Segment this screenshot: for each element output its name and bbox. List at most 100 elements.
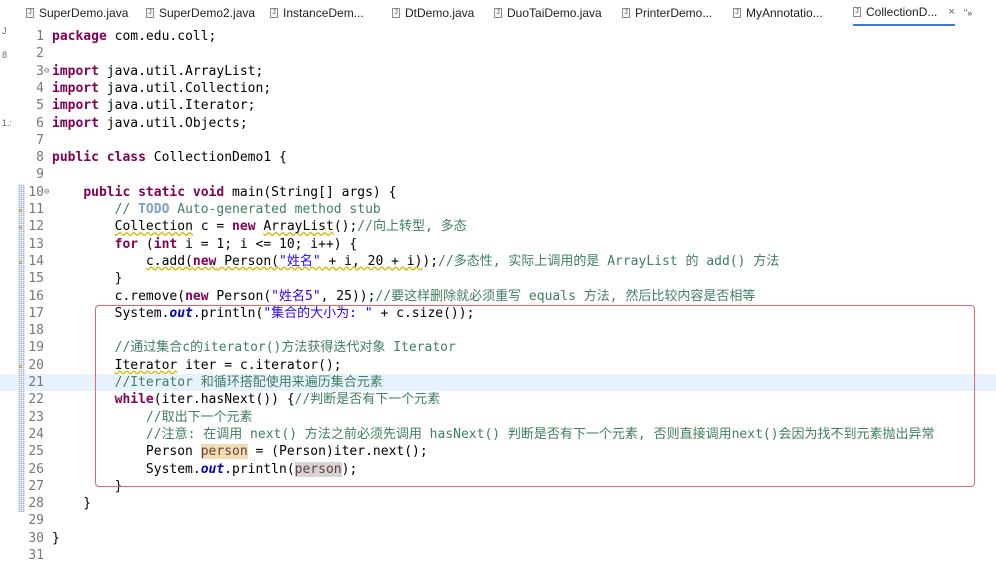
line-number: 19 — [28, 340, 44, 356]
code-line[interactable]: 22 while(iter.hasNext()) {//判断是否有下一个元素 — [0, 391, 996, 408]
java-file-icon: J — [853, 7, 861, 17]
warning-marker-icon[interactable]: ▴ — [18, 257, 23, 266]
change-ruler — [18, 183, 25, 513]
fold-toggle-icon[interactable]: ⊖ — [44, 184, 49, 201]
code-token: ); — [341, 461, 358, 477]
code-line[interactable]: 1 package com.edu.coll; — [0, 28, 996, 45]
code-token: // — [114, 202, 139, 217]
code-line[interactable]: 17 System.out.println("集合的大小为: " + c.siz… — [0, 305, 996, 322]
code-line[interactable]: 5 import java.util.Iterator; — [0, 97, 996, 114]
code-token: } — [52, 530, 60, 546]
code-token: import — [52, 63, 99, 79]
code-line[interactable]: 18 — [0, 322, 996, 339]
code-token: ( — [138, 236, 154, 252]
tab-label: SuperDemo.java — [39, 6, 129, 20]
code-token: new — [192, 253, 217, 269]
code-text: import java.util.Collection; — [52, 80, 271, 97]
code-line[interactable]: 16 c.remove(new Person("姓名5", 25));//要这样… — [0, 288, 996, 305]
code-token: System. — [52, 305, 170, 321]
editor-tab[interactable]: J MyAnnotatio... — [733, 0, 823, 26]
code-token: import — [52, 80, 99, 96]
code-line[interactable]: 15 } — [0, 270, 996, 287]
line-number: 12 — [28, 219, 44, 235]
code-text: } — [52, 495, 91, 512]
code-line[interactable]: 27 } — [0, 478, 996, 495]
code-line[interactable]: 28 } — [0, 495, 996, 512]
warning-marker-icon[interactable]: ▴ — [18, 223, 23, 231]
code-line[interactable]: 11 // TODO Auto-generated method stub — [0, 201, 996, 218]
code-text: Collection c = new ArrayList();//向上转型, 多… — [52, 218, 467, 235]
line-number: 23 — [28, 409, 44, 425]
editor-tab[interactable]: J DuoTaiDemo.java — [494, 0, 602, 26]
code-token: } — [52, 478, 123, 494]
fold-toggle-icon[interactable]: ⊖ — [44, 63, 49, 80]
code-line[interactable]: 2 — [0, 45, 996, 62]
java-file-icon: J — [270, 8, 278, 18]
code-line[interactable]: 23 //取出下一个元素 — [0, 409, 996, 426]
code-token: + c.size()); — [372, 305, 475, 321]
code-token: Person — [52, 444, 201, 460]
editor-tab[interactable]: J SuperDemo.java — [26, 0, 128, 26]
code-token: "姓名5" — [271, 288, 321, 304]
tab-overflow-icon[interactable]: "» — [964, 0, 972, 26]
editor-tab[interactable]: J InstanceDem... — [270, 0, 364, 26]
code-line[interactable]: 24 //注意: 在调用 next() 方法之前必须先调用 hasNext() … — [0, 426, 996, 443]
line-number: 16 — [28, 288, 44, 304]
line-number: 9 — [36, 167, 44, 183]
code-line[interactable]: 7 — [0, 132, 996, 149]
tab-label: PrinterDemo... — [635, 6, 713, 20]
code-token: //向上转型, 多态 — [357, 219, 467, 235]
code-line[interactable]: 12 Collection c = new ArrayList();//向上转型… — [0, 218, 996, 235]
warning-marker-icon[interactable]: ▴ — [18, 361, 23, 370]
editor-tab[interactable]: J SuperDemo2.java — [146, 0, 255, 26]
code-line[interactable]: 26 System.out.println(person); — [0, 461, 996, 478]
code-text: //注意: 在调用 next() 方法之前必须先调用 hasNext() 判断是… — [52, 426, 935, 443]
line-number: 13 — [28, 236, 44, 252]
line-number: 3 — [36, 63, 44, 79]
code-line[interactable]: 10 ⊖ public static void main(String[] arg… — [0, 184, 996, 201]
tab-label: DuoTaiDemo.java — [507, 6, 602, 20]
line-number: 29 — [28, 513, 44, 529]
code-line[interactable]: 4 import java.util.Collection; — [0, 80, 996, 97]
line-number: 25 — [28, 444, 44, 460]
code-token: (); — [333, 219, 358, 235]
code-text: package com.edu.coll; — [52, 28, 216, 45]
code-line[interactable]: 20 Iterator iter = c.iterator(); — [0, 357, 996, 374]
code-token: i = 1; i <= 10; i++) { — [177, 236, 358, 252]
code-editor[interactable]: J 8 1.: 1 package com.edu.coll; 2 3 ⊖ import ja… — [0, 26, 996, 564]
editor-tab[interactable]: J DtDemo.java — [392, 0, 474, 26]
code-line[interactable]: 9 — [0, 166, 996, 183]
tab-label: SuperDemo2.java — [159, 6, 256, 20]
code-token: person — [200, 444, 248, 460]
editor-tab[interactable]: J PrinterDemo... — [622, 0, 712, 26]
code-token: Iterator — [114, 357, 178, 373]
code-token: "姓名" — [279, 253, 321, 269]
code-line[interactable]: 3 ⊖ import java.util.ArrayList; — [0, 63, 996, 80]
code-token: "集合的大小为: " — [263, 305, 373, 321]
code-token: for — [114, 236, 139, 252]
code-token: iter = c.iterator(); — [177, 357, 342, 373]
code-line[interactable]: 31 — [0, 547, 996, 564]
code-line[interactable]: 29 — [0, 512, 996, 529]
code-token: ArrayList — [263, 219, 334, 235]
java-file-icon: J — [733, 8, 741, 18]
code-line[interactable]: 8 public class CollectionDemo1 { — [0, 149, 996, 166]
code-line[interactable]: 13 for (int i = 1; i <= 10; i++) { — [0, 236, 996, 253]
editor-tab[interactable]: J CollectionD... × — [853, 0, 955, 26]
code-text: import java.util.ArrayList; — [52, 63, 263, 80]
code-token: + i, 20 + i) — [320, 253, 423, 269]
code-line[interactable]: 21 //Iterator 和循环搭配使用来遍历集合元素 — [0, 374, 996, 392]
code-token: //注意: 在调用 next() 方法之前必须先调用 hasNext() 判断是… — [145, 426, 935, 442]
code-line[interactable]: 19 //通过集合c的iterator()方法获得迭代对象 Iterator — [0, 339, 996, 356]
code-line[interactable]: 6 import java.util.Objects; — [0, 115, 996, 132]
warning-marker-icon[interactable]: ▴ — [18, 206, 23, 214]
code-text: } — [52, 270, 123, 287]
code-line[interactable]: 14 c.add(new Person("姓名" + i, 20 + i));/… — [0, 253, 996, 270]
code-token: TODO — [138, 202, 170, 217]
code-line[interactable]: 25 Person person = (Person)iter.next(); — [0, 443, 996, 460]
close-tab-icon[interactable]: × — [948, 0, 954, 25]
code-line[interactable]: 30} — [0, 530, 996, 547]
line-number: 5 — [36, 98, 44, 114]
